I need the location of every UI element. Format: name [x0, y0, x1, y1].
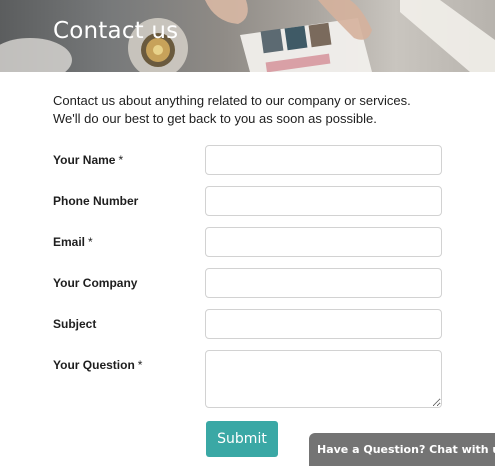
- company-field[interactable]: [205, 268, 442, 298]
- page-title: Contact us: [53, 18, 179, 44]
- intro-line-2: We'll do our best to get back to you as …: [53, 111, 377, 126]
- phone-field[interactable]: [205, 186, 442, 216]
- phone-label-text: Phone Number: [53, 194, 139, 208]
- subject-label: Subject: [53, 317, 96, 331]
- name-field[interactable]: [205, 145, 442, 175]
- subject-field[interactable]: [205, 309, 442, 339]
- name-label: Your Name *: [53, 153, 123, 167]
- phone-label: Phone Number: [53, 194, 138, 208]
- question-label-text: Your Question: [53, 358, 135, 372]
- question-label: Your Question *: [53, 358, 142, 372]
- chat-widget-tab[interactable]: Have a Question? Chat with us.: [309, 433, 495, 466]
- question-textarea[interactable]: [205, 350, 442, 408]
- email-field[interactable]: [205, 227, 442, 257]
- email-label-text: Email: [53, 235, 86, 249]
- intro-text: Contact us about anything related to our…: [53, 92, 453, 128]
- subject-label-text: Subject: [53, 317, 97, 331]
- banner: Contact us: [0, 0, 495, 72]
- contact-page: Contact us Contact us about anything rel…: [0, 0, 495, 466]
- required-indicator: *: [118, 153, 124, 167]
- submit-button[interactable]: Submit: [206, 421, 278, 457]
- name-label-text: Your Name: [53, 153, 116, 167]
- company-label: Your Company: [53, 276, 137, 290]
- email-label: Email *: [53, 235, 93, 249]
- company-label-text: Your Company: [53, 276, 138, 290]
- required-indicator: *: [88, 235, 93, 249]
- intro-line-1: Contact us about anything related to our…: [53, 93, 411, 108]
- required-indicator: *: [137, 358, 143, 372]
